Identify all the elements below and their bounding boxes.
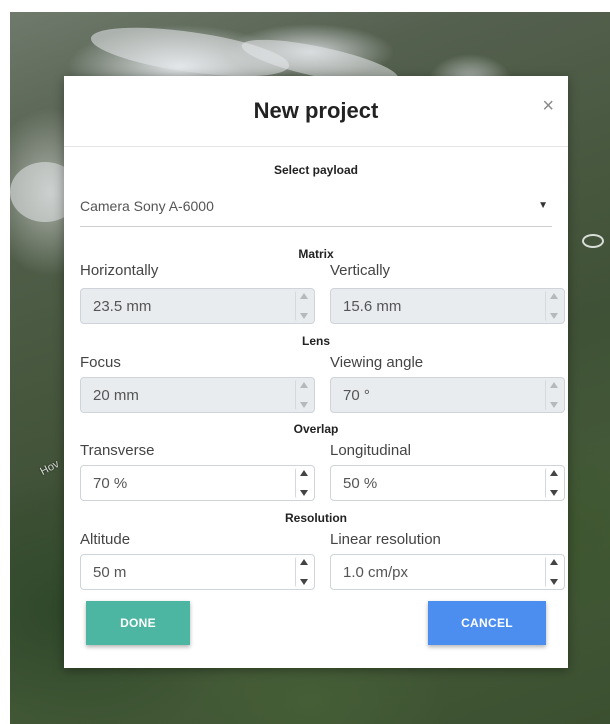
- arrow-up-icon: [300, 382, 308, 388]
- done-button[interactable]: DONE: [86, 601, 190, 645]
- lens-heading: Lens: [301, 334, 330, 348]
- longitudinal-label: Longitudinal: [330, 442, 411, 459]
- viewing-angle-label: Viewing angle: [330, 354, 424, 371]
- horizontally-value: 23.5 mm: [93, 298, 152, 315]
- linear-resolution-input[interactable]: 1.0 cm/px: [330, 554, 565, 590]
- arrow-up-icon[interactable]: [300, 470, 308, 476]
- longitudinal-input[interactable]: 50 %: [330, 465, 565, 501]
- spinner[interactable]: [295, 557, 312, 587]
- chevron-down-icon: ▼: [538, 200, 548, 211]
- altitude-label: Altitude: [80, 531, 131, 548]
- arrow-down-icon[interactable]: [550, 579, 558, 585]
- arrow-down-icon: [300, 313, 308, 319]
- vertically-label: Vertically: [330, 262, 391, 279]
- arrow-up-icon[interactable]: [300, 559, 308, 565]
- map-marker-icon[interactable]: [582, 234, 604, 248]
- spinner[interactable]: [545, 468, 562, 498]
- horizontally-label: Horizontally: [80, 262, 159, 279]
- transverse-value: 70 %: [93, 475, 128, 492]
- spinner[interactable]: [295, 468, 312, 498]
- arrow-up-icon: [300, 293, 308, 299]
- arrow-down-icon: [300, 402, 308, 408]
- arrow-up-icon: [550, 382, 558, 388]
- horizontally-input: 23.5 mm: [80, 288, 315, 324]
- spinner: [545, 291, 562, 321]
- spinner: [545, 380, 562, 410]
- vertically-input: 15.6 mm: [330, 288, 565, 324]
- arrow-down-icon[interactable]: [550, 490, 558, 496]
- longitudinal-value: 50 %: [343, 475, 378, 492]
- payload-heading: Select payload: [273, 163, 359, 177]
- matrix-heading: Matrix: [298, 247, 334, 261]
- arrow-up-icon[interactable]: [550, 559, 558, 565]
- spinner[interactable]: [545, 557, 562, 587]
- close-icon[interactable]: ×: [542, 96, 554, 116]
- resolution-heading: Resolution: [285, 511, 347, 525]
- focus-label: Focus: [80, 354, 121, 371]
- arrow-down-icon[interactable]: [300, 490, 308, 496]
- vertically-value: 15.6 mm: [343, 298, 402, 315]
- arrow-up-icon[interactable]: [550, 470, 558, 476]
- linear-resolution-label: Linear resolution: [330, 531, 441, 548]
- spinner: [295, 291, 312, 321]
- payload-select-value: Camera Sony A-6000: [80, 198, 214, 214]
- altitude-value: 50 m: [93, 564, 127, 581]
- viewing-angle-value: 70 °: [343, 387, 370, 404]
- viewing-angle-input: 70 °: [330, 377, 565, 413]
- spinner: [295, 380, 312, 410]
- new-project-dialog: New project × Select payload Camera Sony…: [64, 76, 568, 668]
- overlap-heading: Overlap: [293, 422, 339, 436]
- payload-select[interactable]: Camera Sony A-6000 ▼: [80, 192, 552, 227]
- map-place-label: Hov: [38, 458, 62, 478]
- cancel-button[interactable]: CANCEL: [428, 601, 546, 645]
- altitude-input[interactable]: 50 m: [80, 554, 315, 590]
- arrow-down-icon: [550, 313, 558, 319]
- linear-resolution-value: 1.0 cm/px: [343, 564, 409, 581]
- transverse-label: Transverse: [80, 442, 155, 459]
- dialog-title: New project: [253, 98, 379, 123]
- transverse-input[interactable]: 70 %: [80, 465, 315, 501]
- arrow-up-icon: [550, 293, 558, 299]
- focus-input: 20 mm: [80, 377, 315, 413]
- focus-value: 20 mm: [93, 387, 139, 404]
- dialog-header: New project ×: [64, 76, 568, 147]
- arrow-down-icon: [550, 402, 558, 408]
- arrow-down-icon[interactable]: [300, 579, 308, 585]
